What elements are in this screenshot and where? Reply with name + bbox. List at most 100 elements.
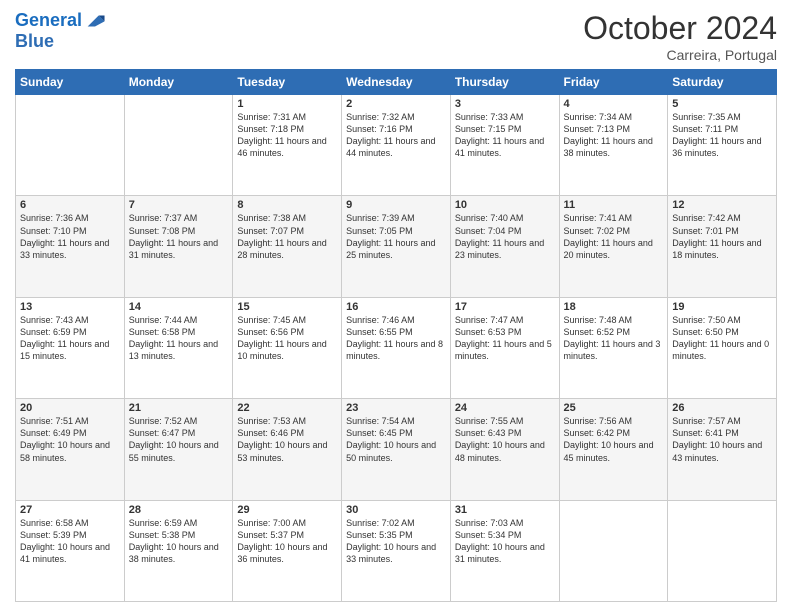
sunset-text: Sunset: 7:15 PM	[455, 123, 555, 135]
daylight-text: Daylight: 11 hours and 18 minutes.	[672, 237, 772, 261]
sunrise-text: Sunrise: 7:48 AM	[564, 314, 664, 326]
title-block: October 2024 Carreira, Portugal	[583, 10, 777, 63]
table-row	[559, 500, 668, 601]
day-number: 3	[455, 98, 555, 110]
day-number: 4	[564, 98, 664, 110]
calendar-week-1: 1Sunrise: 7:31 AMSunset: 7:18 PMDaylight…	[16, 95, 777, 196]
day-number: 13	[20, 301, 120, 313]
sunset-text: Sunset: 6:53 PM	[455, 326, 555, 338]
table-row: 2Sunrise: 7:32 AMSunset: 7:16 PMDaylight…	[342, 95, 451, 196]
sunset-text: Sunset: 6:56 PM	[237, 326, 337, 338]
table-row	[124, 95, 233, 196]
sunset-text: Sunset: 6:52 PM	[564, 326, 664, 338]
cell-details: Sunrise: 7:31 AMSunset: 7:18 PMDaylight:…	[237, 111, 337, 160]
cell-details: Sunrise: 7:51 AMSunset: 6:49 PMDaylight:…	[20, 415, 120, 464]
calendar-week-5: 27Sunrise: 6:58 AMSunset: 5:39 PMDayligh…	[16, 500, 777, 601]
sunrise-text: Sunrise: 7:55 AM	[455, 415, 555, 427]
day-number: 27	[20, 504, 120, 516]
daylight-text: Daylight: 10 hours and 43 minutes.	[672, 439, 772, 463]
cell-details: Sunrise: 7:33 AMSunset: 7:15 PMDaylight:…	[455, 111, 555, 160]
sunset-text: Sunset: 6:46 PM	[237, 427, 337, 439]
cell-details: Sunrise: 7:50 AMSunset: 6:50 PMDaylight:…	[672, 314, 772, 363]
sunrise-text: Sunrise: 7:47 AM	[455, 314, 555, 326]
sunrise-text: Sunrise: 7:40 AM	[455, 212, 555, 224]
cell-details: Sunrise: 7:32 AMSunset: 7:16 PMDaylight:…	[346, 111, 446, 160]
sunset-text: Sunset: 6:45 PM	[346, 427, 446, 439]
col-thursday: Thursday	[450, 70, 559, 95]
cell-details: Sunrise: 7:55 AMSunset: 6:43 PMDaylight:…	[455, 415, 555, 464]
sunrise-text: Sunrise: 7:00 AM	[237, 517, 337, 529]
day-number: 14	[129, 301, 229, 313]
sunrise-text: Sunrise: 6:58 AM	[20, 517, 120, 529]
table-row: 7Sunrise: 7:37 AMSunset: 7:08 PMDaylight…	[124, 196, 233, 297]
table-row: 6Sunrise: 7:36 AMSunset: 7:10 PMDaylight…	[16, 196, 125, 297]
sunrise-text: Sunrise: 7:50 AM	[672, 314, 772, 326]
day-number: 30	[346, 504, 446, 516]
daylight-text: Daylight: 11 hours and 33 minutes.	[20, 237, 120, 261]
daylight-text: Daylight: 11 hours and 8 minutes.	[346, 338, 446, 362]
cell-details: Sunrise: 7:35 AMSunset: 7:11 PMDaylight:…	[672, 111, 772, 160]
sunrise-text: Sunrise: 7:36 AM	[20, 212, 120, 224]
table-row: 17Sunrise: 7:47 AMSunset: 6:53 PMDayligh…	[450, 297, 559, 398]
cell-details: Sunrise: 7:03 AMSunset: 5:34 PMDaylight:…	[455, 517, 555, 566]
cell-details: Sunrise: 7:02 AMSunset: 5:35 PMDaylight:…	[346, 517, 446, 566]
daylight-text: Daylight: 10 hours and 45 minutes.	[564, 439, 664, 463]
sunrise-text: Sunrise: 7:33 AM	[455, 111, 555, 123]
sunset-text: Sunset: 6:49 PM	[20, 427, 120, 439]
daylight-text: Daylight: 11 hours and 41 minutes.	[455, 135, 555, 159]
sunset-text: Sunset: 6:50 PM	[672, 326, 772, 338]
table-row: 29Sunrise: 7:00 AMSunset: 5:37 PMDayligh…	[233, 500, 342, 601]
sunset-text: Sunset: 6:41 PM	[672, 427, 772, 439]
sunset-text: Sunset: 6:59 PM	[20, 326, 120, 338]
day-number: 11	[564, 199, 664, 211]
sunset-text: Sunset: 6:43 PM	[455, 427, 555, 439]
table-row: 15Sunrise: 7:45 AMSunset: 6:56 PMDayligh…	[233, 297, 342, 398]
sunrise-text: Sunrise: 7:38 AM	[237, 212, 337, 224]
sunset-text: Sunset: 5:38 PM	[129, 529, 229, 541]
table-row: 13Sunrise: 7:43 AMSunset: 6:59 PMDayligh…	[16, 297, 125, 398]
sunset-text: Sunset: 7:01 PM	[672, 225, 772, 237]
daylight-text: Daylight: 10 hours and 38 minutes.	[129, 541, 229, 565]
table-row	[16, 95, 125, 196]
day-number: 10	[455, 199, 555, 211]
sunset-text: Sunset: 7:16 PM	[346, 123, 446, 135]
day-number: 19	[672, 301, 772, 313]
logo-line2: Blue	[15, 32, 54, 52]
day-number: 21	[129, 402, 229, 414]
cell-details: Sunrise: 7:44 AMSunset: 6:58 PMDaylight:…	[129, 314, 229, 363]
table-row: 10Sunrise: 7:40 AMSunset: 7:04 PMDayligh…	[450, 196, 559, 297]
cell-details: Sunrise: 7:48 AMSunset: 6:52 PMDaylight:…	[564, 314, 664, 363]
table-row: 27Sunrise: 6:58 AMSunset: 5:39 PMDayligh…	[16, 500, 125, 601]
cell-details: Sunrise: 7:43 AMSunset: 6:59 PMDaylight:…	[20, 314, 120, 363]
sunset-text: Sunset: 7:07 PM	[237, 225, 337, 237]
day-number: 7	[129, 199, 229, 211]
sunrise-text: Sunrise: 6:59 AM	[129, 517, 229, 529]
cell-details: Sunrise: 7:37 AMSunset: 7:08 PMDaylight:…	[129, 212, 229, 261]
daylight-text: Daylight: 11 hours and 10 minutes.	[237, 338, 337, 362]
col-friday: Friday	[559, 70, 668, 95]
day-number: 6	[20, 199, 120, 211]
table-row: 11Sunrise: 7:41 AMSunset: 7:02 PMDayligh…	[559, 196, 668, 297]
sunrise-text: Sunrise: 7:34 AM	[564, 111, 664, 123]
cell-details: Sunrise: 6:58 AMSunset: 5:39 PMDaylight:…	[20, 517, 120, 566]
cell-details: Sunrise: 7:57 AMSunset: 6:41 PMDaylight:…	[672, 415, 772, 464]
daylight-text: Daylight: 10 hours and 48 minutes.	[455, 439, 555, 463]
sunrise-text: Sunrise: 7:52 AM	[129, 415, 229, 427]
daylight-text: Daylight: 11 hours and 31 minutes.	[129, 237, 229, 261]
daylight-text: Daylight: 10 hours and 33 minutes.	[346, 541, 446, 565]
daylight-text: Daylight: 11 hours and 5 minutes.	[455, 338, 555, 362]
sunset-text: Sunset: 7:02 PM	[564, 225, 664, 237]
table-row: 18Sunrise: 7:48 AMSunset: 6:52 PMDayligh…	[559, 297, 668, 398]
day-number: 18	[564, 301, 664, 313]
sunset-text: Sunset: 6:47 PM	[129, 427, 229, 439]
month-title: October 2024	[583, 10, 777, 47]
sunset-text: Sunset: 7:13 PM	[564, 123, 664, 135]
day-number: 5	[672, 98, 772, 110]
cell-details: Sunrise: 7:47 AMSunset: 6:53 PMDaylight:…	[455, 314, 555, 363]
day-number: 23	[346, 402, 446, 414]
calendar-week-4: 20Sunrise: 7:51 AMSunset: 6:49 PMDayligh…	[16, 399, 777, 500]
cell-details: Sunrise: 7:40 AMSunset: 7:04 PMDaylight:…	[455, 212, 555, 261]
logo-text: General	[15, 11, 82, 31]
table-row: 28Sunrise: 6:59 AMSunset: 5:38 PMDayligh…	[124, 500, 233, 601]
table-row	[668, 500, 777, 601]
